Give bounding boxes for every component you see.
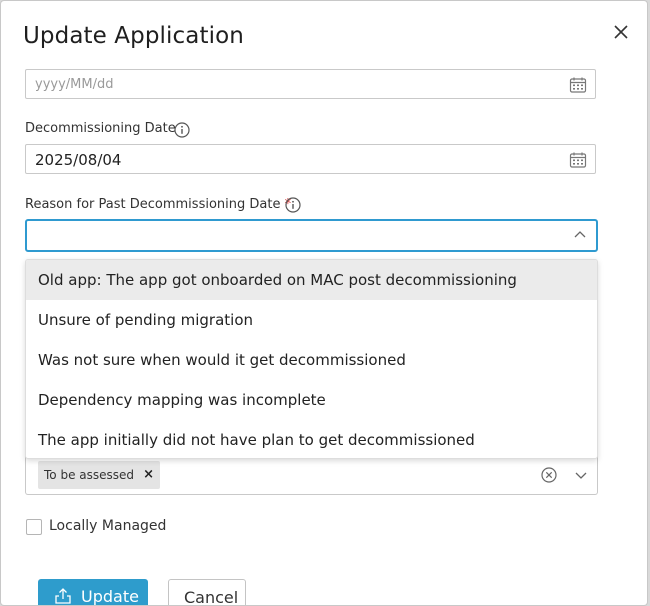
decommissioning-date-value: 2025/08/04 xyxy=(35,151,122,169)
reason-label-text: Reason for Past Decommissioning Date xyxy=(25,197,281,212)
reason-select[interactable] xyxy=(25,219,598,252)
clear-icon[interactable] xyxy=(541,467,557,483)
chevron-down-icon[interactable] xyxy=(575,470,587,480)
date-field[interactable]: yyyy/MM/dd xyxy=(25,69,596,99)
dropdown-option[interactable]: Old app: The app got onboarded on MAC po… xyxy=(26,260,597,300)
calendar-icon[interactable] xyxy=(569,151,587,169)
info-icon[interactable] xyxy=(174,122,190,138)
dropdown-option[interactable]: Was not sure when would it get decommiss… xyxy=(26,340,597,380)
decommissioning-date-label-text: Decommissioning Date xyxy=(25,121,176,136)
status-multiselect[interactable]: To be assessed × xyxy=(25,456,598,495)
dropdown-option[interactable]: Dependency mapping was incomplete xyxy=(26,380,597,420)
chevron-up-icon[interactable] xyxy=(574,230,586,240)
decommissioning-date-field[interactable]: 2025/08/04 xyxy=(25,144,596,174)
locally-managed-checkbox[interactable] xyxy=(26,519,42,535)
cancel-button[interactable]: Cancel xyxy=(168,579,246,605)
upload-icon xyxy=(55,588,71,604)
update-button-label: Update xyxy=(81,587,139,605)
dropdown-option[interactable]: Unsure of pending migration xyxy=(26,300,597,340)
dialog-title: Update Application xyxy=(23,23,244,49)
update-button[interactable]: Update xyxy=(38,579,148,605)
cancel-button-label: Cancel xyxy=(184,588,239,605)
info-icon[interactable] xyxy=(285,197,301,213)
decommissioning-date-label: Decommissioning Date xyxy=(25,121,176,136)
reason-dropdown-menu: Old app: The app got onboarded on MAC po… xyxy=(25,259,598,459)
calendar-icon[interactable] xyxy=(569,76,587,94)
locally-managed-label: Locally Managed xyxy=(49,518,167,534)
close-icon[interactable] xyxy=(610,21,632,43)
update-application-dialog: Update Application yyyy/MM/dd Decommissi… xyxy=(1,1,647,605)
date-placeholder: yyyy/MM/dd xyxy=(35,77,114,92)
status-chip-label: To be assessed xyxy=(44,468,135,482)
status-chip: To be assessed × xyxy=(38,461,161,489)
chip-remove-icon[interactable]: × xyxy=(143,461,154,489)
dropdown-option[interactable]: The app initially did not have plan to g… xyxy=(26,420,597,458)
reason-label: Reason for Past Decommissioning Date * xyxy=(25,197,291,212)
